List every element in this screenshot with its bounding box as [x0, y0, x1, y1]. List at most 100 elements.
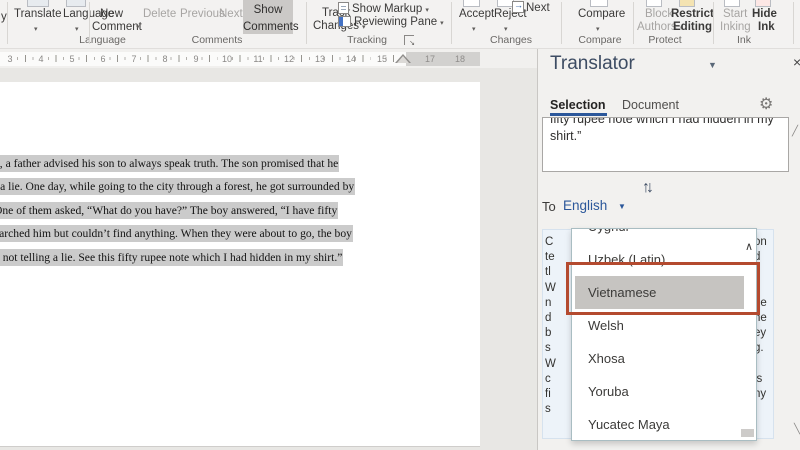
to-label: To: [542, 199, 556, 214]
source-text-box[interactable]: fifty rupee note which I had hidden in m…: [542, 117, 789, 172]
tab-selection[interactable]: Selection: [550, 98, 606, 112]
reviewing-pane-button[interactable]: Reviewing Pane▾: [354, 16, 444, 28]
fragment: W: [545, 357, 556, 372]
tab-document[interactable]: Document: [622, 98, 679, 112]
to-language-dropdown[interactable]: English: [563, 198, 607, 213]
ruler-margin-area: 17 18: [406, 52, 480, 66]
ruler-number: 9: [193, 54, 198, 64]
dropdown-item-uyghur[interactable]: Uyghur: [575, 228, 744, 243]
pane-title: Translator: [550, 53, 635, 75]
fragment: te: [545, 250, 556, 265]
ruler-number: 13: [315, 54, 325, 64]
document-page[interactable]: d, a father advised his son to always sp…: [0, 82, 480, 447]
restrict-editing-icon: [679, 0, 695, 7]
next-comment-button[interactable]: Next: [219, 8, 243, 20]
hide-ink-button-line2[interactable]: Ink: [758, 21, 775, 33]
group-label-tracking: Tracking: [337, 34, 397, 46]
dropdown-item-yoruba[interactable]: Yoruba: [575, 375, 744, 408]
group-separator: [793, 2, 794, 44]
document-line[interactable]: l a lie. One day, while going to the cit…: [0, 178, 355, 195]
fragment: fi: [545, 387, 556, 402]
fragment: n: [545, 296, 556, 311]
show-comments-button[interactable]: Show Comments: [243, 0, 293, 34]
group-separator: [89, 2, 90, 44]
fragment: C: [545, 235, 556, 250]
next-change-button[interactable]: Next: [526, 2, 550, 14]
group-separator: [633, 2, 634, 44]
annotation-highlight-rectangle: [566, 262, 760, 315]
pane-scrollbar-mark-icon: ╲: [794, 424, 800, 435]
launcher-arrow-icon: ↘: [409, 39, 415, 47]
accept-button[interactable]: Accept: [459, 8, 494, 20]
ruler-number: 7: [131, 54, 136, 64]
compare-caret-icon[interactable]: ▾: [596, 25, 600, 33]
delete-comment-button[interactable]: Delete: [143, 8, 176, 20]
dropdown-item-xhosa[interactable]: Xhosa: [575, 342, 744, 375]
reject-caret-icon[interactable]: ▾: [504, 25, 508, 33]
group-separator: [451, 2, 452, 44]
start-inking-icon: [724, 0, 740, 7]
restrict-editing-button-line2[interactable]: Editing: [673, 21, 712, 33]
compare-button[interactable]: Compare: [578, 8, 625, 20]
ruler-track: 3 4 5 6 7 8 9 10 11 12 13 14 15: [0, 52, 406, 66]
translator-pane: Translator ▼ × Selection Document ⚙ fift…: [537, 48, 800, 450]
dropdown-scroll-up-icon[interactable]: ∧: [745, 240, 753, 253]
tracking-dialog-launcher[interactable]: ↘: [404, 35, 414, 45]
ruler-number: 12: [284, 54, 294, 64]
new-comment-button-line2[interactable]: Comment: [92, 21, 142, 33]
group-label-changes: Changes: [481, 34, 541, 46]
dropdown-item-yucatec-maya[interactable]: Yucatec Maya: [575, 408, 744, 441]
start-inking-button[interactable]: Start: [723, 8, 747, 20]
next-change-icon: →: [512, 1, 524, 13]
ribbon-review-tab: y Translate ▾ Language ▾ Language New Co…: [0, 0, 800, 49]
ruler-number: 14: [346, 54, 356, 64]
show-comments-label-line1: Show: [243, 4, 293, 17]
fragment: b: [545, 326, 556, 341]
ruler-number: 8: [162, 54, 167, 64]
dropdown-scrollbar-thumb[interactable]: [741, 429, 754, 437]
ruler-number: 5: [69, 54, 74, 64]
block-authors-button[interactable]: Block: [645, 8, 673, 20]
restrict-editing-button[interactable]: Restrict: [671, 8, 714, 20]
new-comment-button[interactable]: New: [100, 8, 123, 20]
source-text-line2: shirt.”: [550, 128, 781, 145]
source-audio-icon[interactable]: ╱: [792, 126, 798, 137]
ruler-number: 3: [7, 54, 12, 64]
document-line[interactable]: earched him but couldn’t find anything. …: [0, 225, 353, 242]
gear-icon[interactable]: ⚙: [759, 94, 773, 114]
language-caret-icon[interactable]: ▾: [75, 25, 79, 33]
group-label-ink: Ink: [714, 34, 774, 46]
ruler-number: 15: [377, 54, 387, 64]
translate-icon: [27, 0, 49, 7]
show-markup-icon: [338, 2, 349, 14]
document-line[interactable]: d, a father advised his son to always sp…: [0, 155, 339, 172]
to-language-caret-icon[interactable]: ▼: [618, 202, 626, 211]
document-selected-text[interactable]: d, a father advised his son to always sp…: [0, 152, 423, 269]
group-label-compare: Compare: [570, 34, 630, 46]
ruler-number: 17: [425, 54, 435, 64]
document-line[interactable]: n not telling a lie. See this fifty rupe…: [0, 249, 343, 266]
translate-button[interactable]: Translate: [14, 8, 62, 20]
pane-options-caret-icon[interactable]: ▼: [708, 60, 717, 70]
swap-languages-icon[interactable]: ↑↓: [642, 179, 650, 197]
language-dropdown-list[interactable]: Uyghur Uzbek (Latin) Vietnamese Welsh Xh…: [571, 228, 757, 441]
fragment: c: [545, 372, 556, 387]
block-authors-icon: [646, 0, 662, 7]
group-separator: [306, 2, 307, 44]
fragment: tl: [545, 265, 556, 280]
accept-caret-icon[interactable]: ▾: [472, 25, 476, 33]
new-comment-caret-icon[interactable]: ▾: [136, 23, 140, 31]
fragment: W: [545, 281, 556, 296]
group-separator: [7, 2, 8, 44]
show-markup-caret-icon: ▾: [425, 7, 429, 14]
show-markup-button[interactable]: Show Markup▾: [352, 3, 429, 15]
start-inking-button-line2[interactable]: Inking: [720, 21, 751, 33]
horizontal-ruler[interactable]: 3 4 5 6 7 8 9 10 11 12 13 14 15 17 18: [0, 48, 537, 68]
pane-close-icon[interactable]: ×: [793, 54, 800, 70]
reviewing-pane-icon: [338, 16, 351, 27]
translate-caret-icon[interactable]: ▾: [34, 25, 38, 33]
group-label-comments: Comments: [187, 34, 247, 46]
source-text-line1: fifty rupee note which I had hidden in m…: [550, 117, 781, 128]
document-line[interactable]: One of them asked, “What do you have?” T…: [0, 202, 338, 219]
hide-ink-button[interactable]: Hide: [752, 8, 777, 20]
